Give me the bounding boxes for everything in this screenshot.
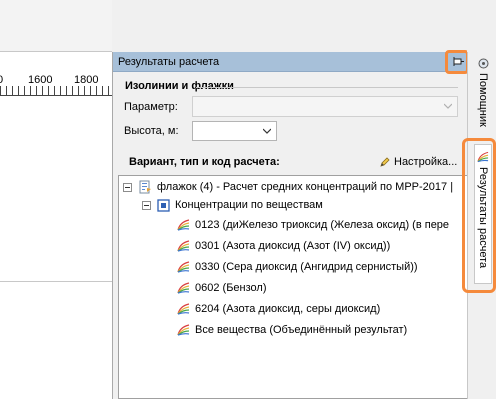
isoline-icon bbox=[177, 324, 190, 336]
results-panel: Результаты расчета Изолинии и флажки Пар… bbox=[112, 50, 469, 399]
tree-item-label: Все вещества (Объединённый результат) bbox=[195, 324, 408, 336]
map-canvas[interactable] bbox=[0, 96, 112, 282]
map-lower-pane[interactable] bbox=[0, 282, 112, 399]
pin-button[interactable] bbox=[445, 50, 469, 74]
parameter-label: Параметр: bbox=[124, 101, 178, 113]
tab-results[interactable]: Результаты расчета bbox=[474, 144, 492, 284]
isolines-group-label: Изолинии и флажки bbox=[125, 80, 234, 92]
isoline-icon bbox=[177, 219, 190, 231]
height-select[interactable] bbox=[192, 121, 277, 141]
panel-title-bar: Результаты расчета bbox=[113, 52, 467, 72]
tree-item-label: 0330 (Сера диоксид (Ангидрид сернистый)) bbox=[195, 261, 418, 273]
variant-label: Вариант, тип и код расчета: bbox=[129, 156, 280, 168]
height-label: Высота, м: bbox=[124, 125, 179, 137]
isoline-icon bbox=[177, 261, 190, 273]
tree-item-label: 0602 (Бензол) bbox=[195, 282, 267, 294]
folder-icon bbox=[157, 198, 170, 212]
help-assistant-icon bbox=[478, 58, 488, 69]
tree-item[interactable]: 0301 (Азота диоксид (Азот (IV) оксид)) bbox=[177, 237, 390, 255]
isoline-icon bbox=[177, 282, 190, 294]
settings-label: Настройка... bbox=[394, 156, 458, 168]
document-flag-icon bbox=[139, 180, 151, 194]
tree-item[interactable]: 0330 (Сера диоксид (Ангидрид сернистый)) bbox=[177, 258, 418, 276]
tab-help[interactable]: Помощник bbox=[477, 58, 489, 132]
tree-item[interactable]: 0123 (диЖелезо триоксид (Железа оксид) (… bbox=[177, 216, 449, 234]
tree-root-label: флажок (4) - Расчет средних концентраций… bbox=[157, 181, 454, 193]
tree-item-label: 6204 (Азота диоксид, серы диоксид) bbox=[195, 303, 381, 315]
tree-item[interactable]: 6204 (Азота диоксид, серы диоксид) bbox=[177, 300, 380, 318]
settings-button[interactable]: Настройка... bbox=[379, 153, 457, 171]
ruler-label-partial: 0 bbox=[0, 74, 4, 86]
chevron-down-icon bbox=[263, 128, 271, 134]
horizontal-ruler: 0 1600 1800 bbox=[0, 52, 112, 96]
map-toolbar-area bbox=[0, 0, 112, 52]
tree-row-group[interactable]: Концентрации по веществам bbox=[142, 196, 323, 214]
pin-icon bbox=[453, 57, 464, 66]
isoline-icon bbox=[177, 303, 190, 315]
group-divider bbox=[196, 87, 458, 88]
side-strip-top bbox=[467, 0, 496, 52]
tab-help-label: Помощник bbox=[477, 73, 489, 127]
tree-item-label: 0301 (Азота диоксид (Азот (IV) оксид)) bbox=[195, 240, 391, 252]
isoline-icon bbox=[177, 240, 190, 252]
chevron-down-icon bbox=[444, 103, 452, 109]
ruler-label: 1600 bbox=[28, 74, 53, 86]
isoline-icon bbox=[477, 151, 489, 163]
parameter-select[interactable] bbox=[192, 96, 458, 117]
collapse-toggle[interactable] bbox=[123, 182, 132, 192]
tree-item-label: 0123 (диЖелезо триоксид (Железа оксид) (… bbox=[195, 219, 450, 231]
tree-item[interactable]: Все вещества (Объединённый результат) bbox=[177, 321, 407, 339]
collapse-toggle[interactable] bbox=[142, 200, 151, 210]
tree-row-root[interactable]: флажок (4) - Расчет средних концентраций… bbox=[123, 178, 453, 196]
tab-results-label: Результаты расчета bbox=[477, 167, 489, 269]
pencil-icon bbox=[380, 157, 390, 167]
tree-group-label: Концентрации по веществам bbox=[175, 199, 323, 211]
results-tree[interactable]: флажок (4) - Расчет средних концентраций… bbox=[118, 175, 468, 399]
tree-item[interactable]: 0602 (Бензол) bbox=[177, 279, 266, 297]
panel-title: Результаты расчета bbox=[118, 56, 220, 68]
ruler-label: 1800 bbox=[74, 74, 99, 86]
